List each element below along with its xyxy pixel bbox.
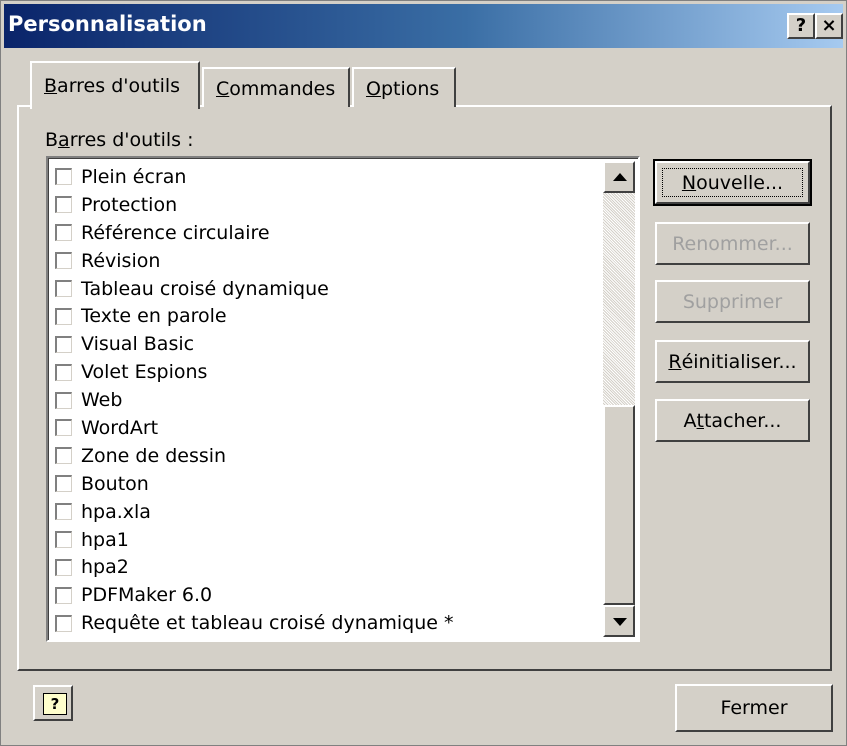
toolbar-checkbox[interactable] bbox=[55, 196, 72, 214]
toolbar-checkbox[interactable] bbox=[55, 224, 72, 242]
toolbar-item-label: Plein écran bbox=[81, 165, 187, 188]
button-mnemonic: t bbox=[696, 409, 704, 432]
toolbar-item-label: Bouton bbox=[81, 472, 149, 495]
help-question-icon: ? bbox=[43, 693, 67, 715]
listbox-frame: Plein écran Protection Référence circula… bbox=[48, 158, 638, 640]
toolbar-checkbox[interactable] bbox=[55, 614, 72, 632]
renommer-button[interactable]: Renommer... bbox=[655, 222, 810, 265]
toolbar-item[interactable]: hpa.xla bbox=[55, 498, 454, 526]
toolbar-checkbox[interactable] bbox=[55, 168, 72, 186]
toolbars-list-label: Barres d'outils : bbox=[45, 129, 194, 151]
attacher-button[interactable]: At tacher... bbox=[655, 399, 810, 442]
arrow-down-icon bbox=[613, 618, 627, 626]
toolbar-checkbox[interactable] bbox=[55, 252, 72, 270]
toolbar-checkbox[interactable] bbox=[55, 307, 72, 325]
toolbar-item[interactable]: Requête et tableau croisé dynamique * bbox=[55, 609, 454, 637]
toolbar-item[interactable]: Visual Basic bbox=[55, 330, 454, 358]
scroll-up-button[interactable] bbox=[603, 161, 635, 193]
help-button[interactable]: ? bbox=[33, 685, 73, 721]
toolbar-item-label: PDFMaker 6.0 bbox=[81, 584, 213, 607]
toolbar-item[interactable]: Texte en parole bbox=[55, 302, 454, 330]
toolbar-item[interactable]: PDFMaker 6.0 bbox=[55, 581, 454, 609]
toolbar-item[interactable]: WordArt bbox=[55, 414, 454, 442]
label-mnemonic: a bbox=[58, 129, 70, 151]
scroll-thumb[interactable] bbox=[603, 405, 635, 605]
tab-barres-outils[interactable]: Barres d'outils bbox=[30, 61, 200, 109]
close-x-icon[interactable]: × bbox=[815, 13, 843, 39]
toolbar-checkbox[interactable] bbox=[55, 586, 72, 604]
toolbar-checkbox[interactable] bbox=[55, 531, 72, 549]
toolbar-items: Plein écran Protection Référence circula… bbox=[55, 163, 454, 637]
toolbars-listbox[interactable]: Plein écran Protection Référence circula… bbox=[46, 156, 640, 642]
toolbar-item[interactable]: Protection bbox=[55, 191, 454, 219]
window-title: Personnalisation bbox=[8, 12, 207, 36]
toolbar-item[interactable]: Plein écran bbox=[55, 163, 454, 191]
supprimer-button[interactable]: Supprimer bbox=[655, 280, 810, 323]
toolbar-item[interactable]: Révision bbox=[55, 247, 454, 275]
toolbar-item-label: Requête et tableau croisé dynamique * bbox=[81, 612, 454, 635]
toolbar-item[interactable]: Volet Espions bbox=[55, 358, 454, 386]
toolbar-item-label: Tableau croisé dynamique bbox=[81, 277, 329, 300]
button-label: éinitialiser... bbox=[681, 350, 797, 373]
toolbar-item-label: Web bbox=[81, 389, 123, 412]
tab-label: ommandes bbox=[229, 78, 336, 100]
toolbar-item-label: Volet Espions bbox=[81, 361, 208, 384]
fermer-button[interactable]: Fermer bbox=[675, 684, 833, 732]
button-label: A bbox=[683, 409, 697, 432]
toolbar-item[interactable]: hpa1 bbox=[55, 526, 454, 554]
scroll-down-button[interactable] bbox=[603, 605, 635, 637]
toolbar-item[interactable]: Bouton bbox=[55, 470, 454, 498]
tab-mnemonic: C bbox=[216, 78, 230, 100]
tab-label: arres d'outils bbox=[57, 75, 181, 97]
toolbar-item-label: Référence circulaire bbox=[81, 221, 270, 244]
toolbar-item-label: hpa1 bbox=[81, 528, 129, 551]
toolbar-checkbox[interactable] bbox=[55, 503, 72, 521]
label-part: B bbox=[45, 129, 59, 151]
toolbar-item[interactable]: Zone de dessin bbox=[55, 442, 454, 470]
toolbar-item-label: Texte en parole bbox=[81, 305, 227, 328]
toolbar-checkbox[interactable] bbox=[55, 558, 72, 576]
toolbar-item-label: hpa.xla bbox=[81, 500, 151, 523]
toolbar-checkbox[interactable] bbox=[55, 419, 72, 437]
toolbar-item-label: hpa2 bbox=[81, 556, 129, 579]
toolbar-item[interactable]: Web bbox=[55, 386, 454, 414]
button-label: tacher... bbox=[703, 409, 782, 432]
list-scrollbar[interactable] bbox=[603, 161, 635, 637]
toolbar-checkbox[interactable] bbox=[55, 280, 72, 297]
button-mnemonic: R bbox=[668, 350, 682, 373]
toolbar-item-label: Zone de dessin bbox=[81, 444, 227, 467]
reinitialiser-button[interactable]: Réinitialiser... bbox=[655, 340, 810, 383]
toolbar-item[interactable]: Référence circulaire bbox=[55, 219, 454, 247]
arrow-up-icon bbox=[613, 173, 627, 181]
toolbar-checkbox[interactable] bbox=[55, 475, 72, 493]
tab-commandes[interactable]: Commandes bbox=[202, 67, 350, 107]
toolbar-item-label: WordArt bbox=[81, 416, 159, 439]
tab-options[interactable]: Options bbox=[352, 67, 456, 107]
label-part: rres d'outils : bbox=[69, 129, 194, 151]
toolbar-checkbox[interactable] bbox=[55, 391, 72, 409]
toolbar-item-label: Visual Basic bbox=[81, 333, 195, 356]
toolbar-item-label: Protection bbox=[81, 193, 178, 216]
nouvelle-button[interactable]: Nouvelle... bbox=[653, 159, 812, 206]
toolbar-item[interactable]: hpa2 bbox=[55, 553, 454, 581]
tab-mnemonic: O bbox=[366, 78, 381, 100]
customize-dialog: Personnalisation ? × Barres d'outils Com… bbox=[0, 0, 847, 746]
toolbar-checkbox[interactable] bbox=[55, 447, 72, 465]
tab-label: ptions bbox=[380, 78, 440, 100]
title-bar[interactable]: Personnalisation ? × bbox=[4, 4, 843, 48]
toolbar-checkbox[interactable] bbox=[55, 335, 72, 353]
toolbar-checkbox[interactable] bbox=[55, 363, 72, 381]
toolbar-item[interactable]: Tableau croisé dynamique bbox=[55, 275, 454, 303]
tab-mnemonic: B bbox=[44, 75, 58, 97]
focus-ring bbox=[662, 168, 803, 197]
toolbar-item-label: Révision bbox=[81, 249, 161, 272]
help-question-icon[interactable]: ? bbox=[787, 13, 815, 39]
